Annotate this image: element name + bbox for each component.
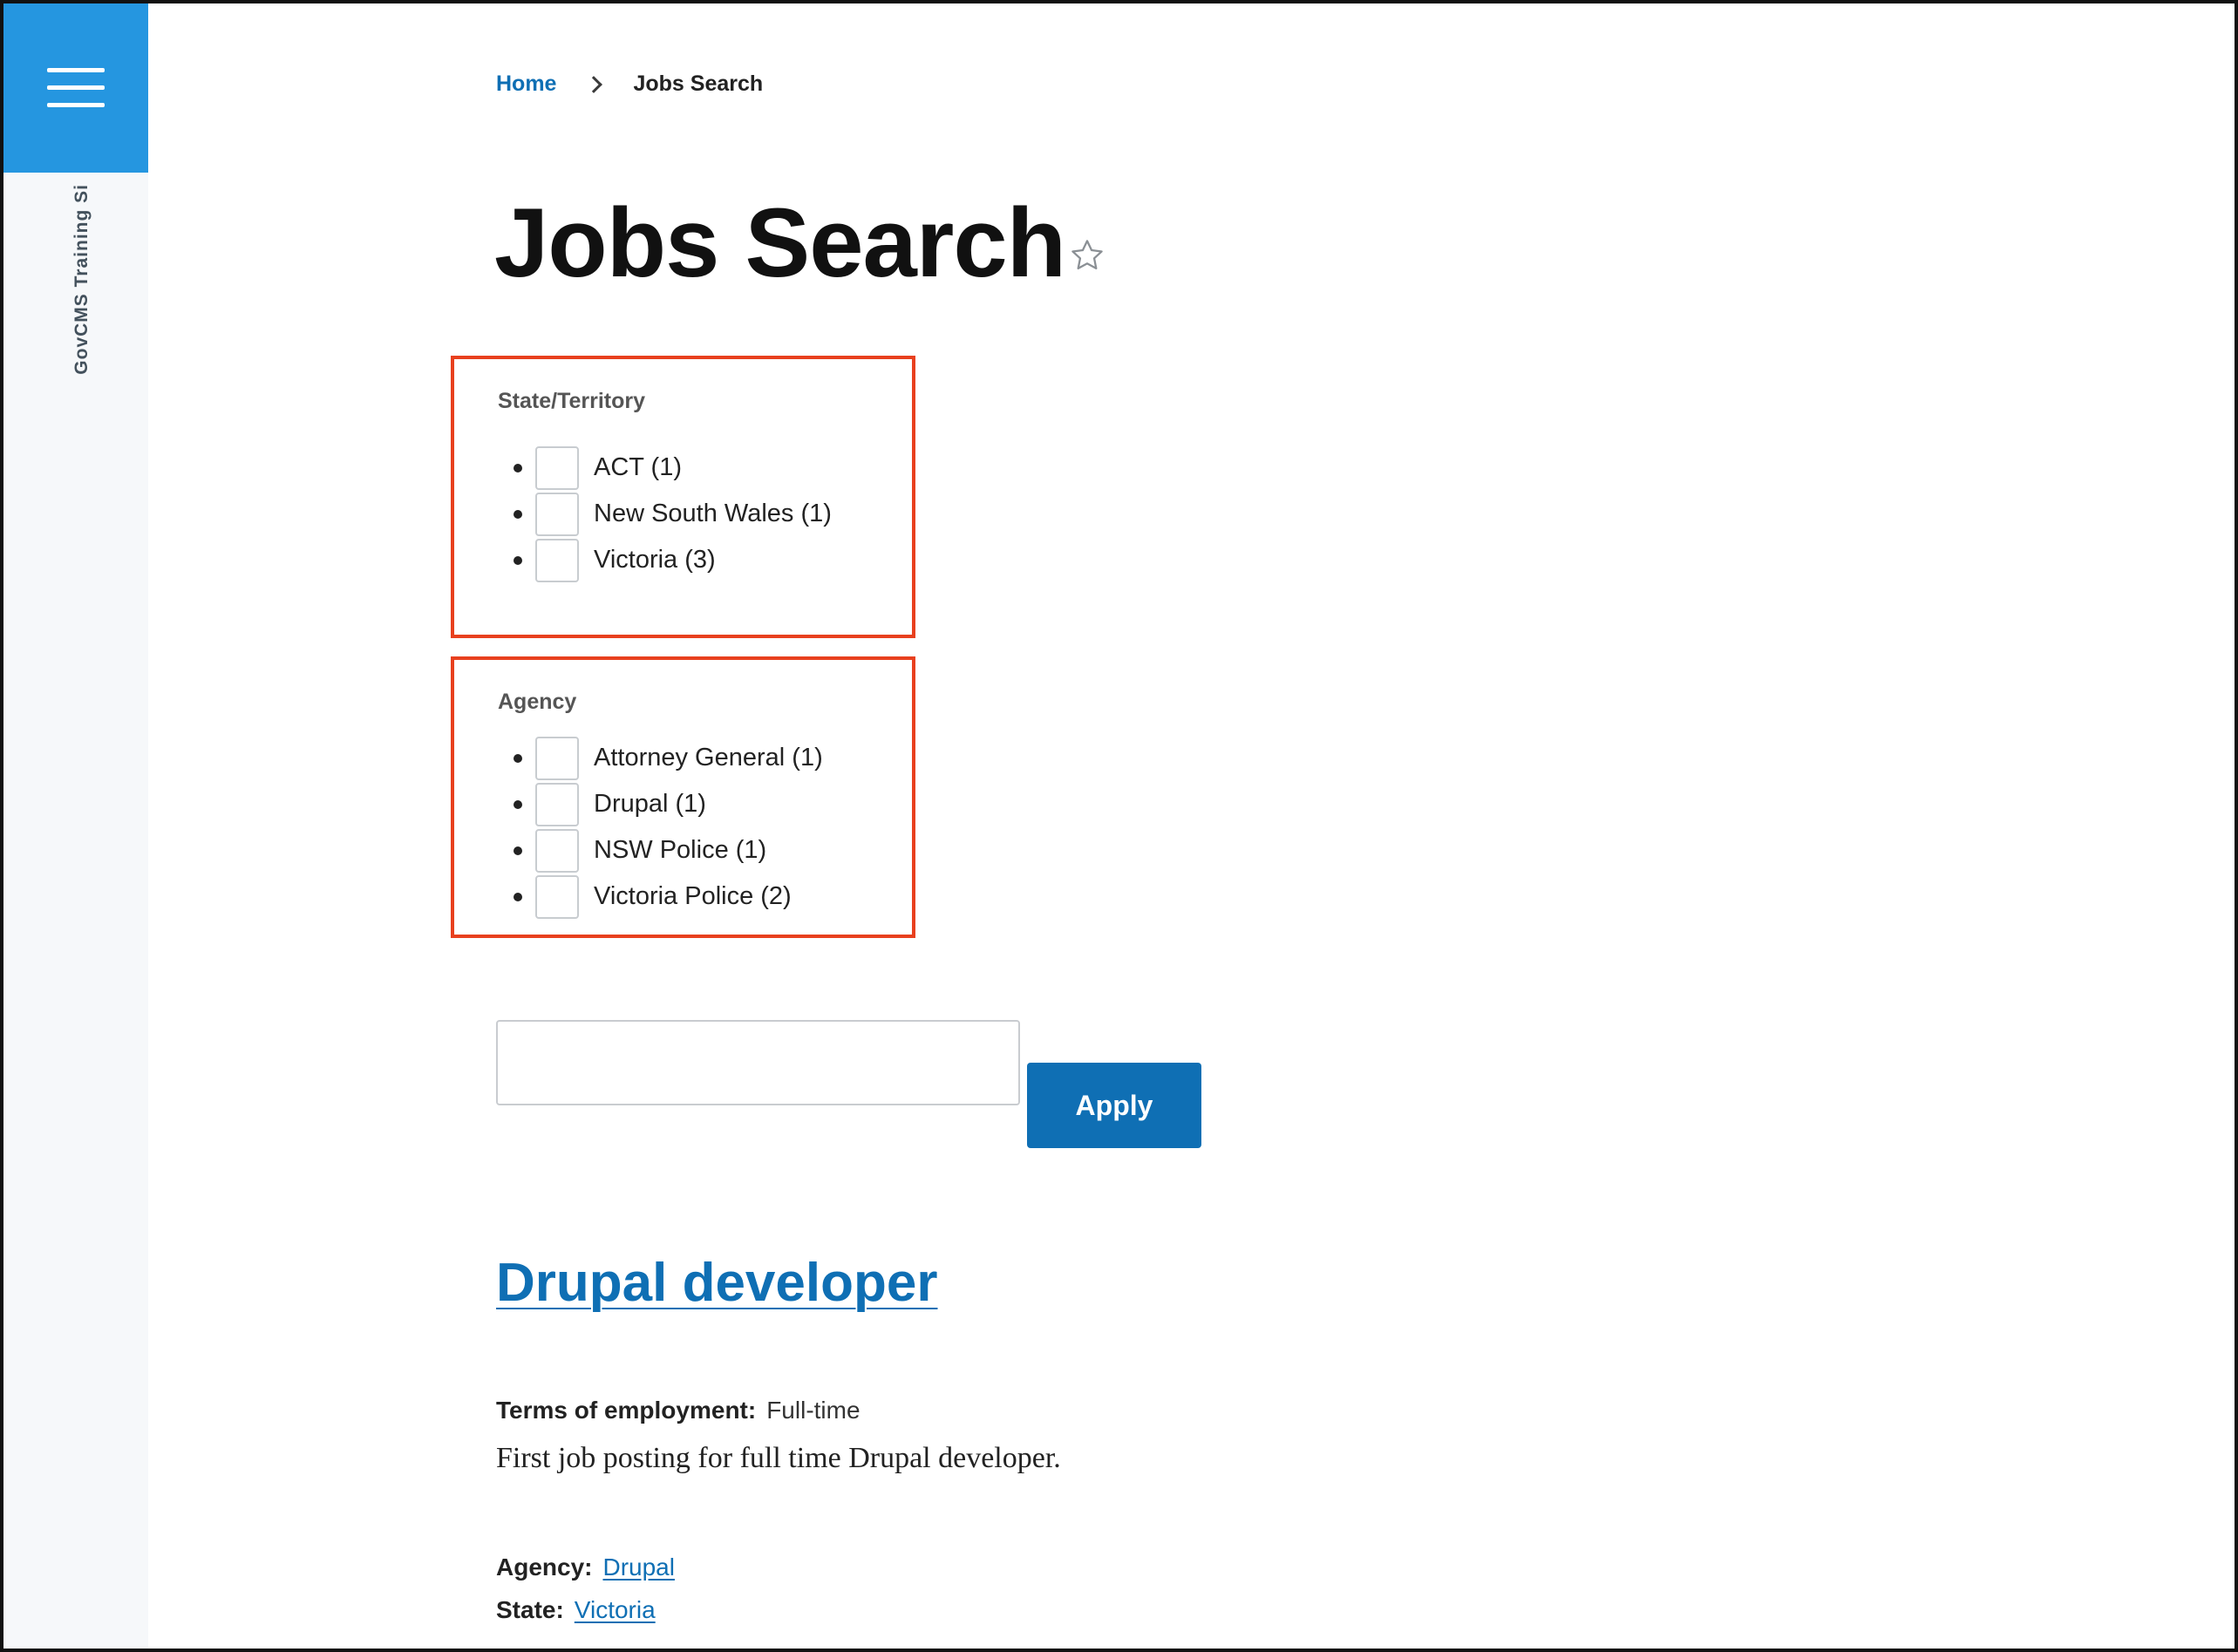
facet-title-agency: Agency bbox=[498, 690, 577, 714]
state-territory-facet: State/Territory ACT (1) New South Wales … bbox=[451, 356, 915, 638]
hamburger-menu-button[interactable] bbox=[3, 3, 148, 173]
terms-label: Terms of employment: bbox=[496, 1397, 757, 1424]
job-title-link[interactable]: Drupal developer bbox=[496, 1252, 937, 1314]
facet-item-drupal: Drupal (1) bbox=[514, 781, 823, 827]
facet-label[interactable]: New South Wales (1) bbox=[594, 500, 832, 528]
facet-item-victoria: Victoria (3) bbox=[514, 537, 832, 583]
agency-link[interactable]: Drupal bbox=[602, 1553, 674, 1581]
state-link[interactable]: Victoria bbox=[575, 1596, 656, 1623]
facet-label[interactable]: NSW Police (1) bbox=[594, 836, 766, 865]
bullet-icon bbox=[514, 509, 522, 519]
breadcrumb-home-link[interactable]: Home bbox=[496, 71, 556, 97]
facet-item-victoria-police: Victoria Police (2) bbox=[514, 874, 823, 920]
bullet-icon bbox=[514, 555, 522, 565]
bullet-icon bbox=[514, 892, 522, 901]
breadcrumb-current: Jobs Search bbox=[633, 71, 764, 96]
page-title: Jobs Search bbox=[494, 188, 1066, 297]
chevron-right-icon bbox=[585, 75, 603, 93]
bullet-icon bbox=[514, 846, 522, 855]
checkbox-nsw-police[interactable] bbox=[535, 828, 579, 873]
checkbox-new-south-wales[interactable] bbox=[535, 492, 579, 536]
job-state: State: Victoria bbox=[496, 1596, 656, 1624]
facet-item-nsw-police: NSW Police (1) bbox=[514, 827, 823, 874]
search-input[interactable] bbox=[496, 1020, 1020, 1105]
job-description: First job posting for full time Drupal d… bbox=[496, 1442, 1061, 1474]
facet-label[interactable]: Victoria (3) bbox=[594, 546, 716, 574]
bullet-icon bbox=[514, 753, 522, 763]
agency-facet: Agency Attorney General (1) Drupal (1) N… bbox=[451, 656, 915, 938]
agency-label: Agency: bbox=[496, 1553, 593, 1581]
state-label: State: bbox=[496, 1596, 564, 1623]
facet-title-state: State/Territory bbox=[498, 389, 646, 413]
state-facet-list: ACT (1) New South Wales (1) Victoria (3) bbox=[514, 445, 832, 583]
checkbox-attorney-general[interactable] bbox=[535, 736, 579, 780]
site-name[interactable]: GovCMS Training Si bbox=[71, 184, 92, 375]
facet-item-act: ACT (1) bbox=[514, 445, 832, 491]
terms-value: Full-time bbox=[766, 1397, 861, 1424]
checkbox-victoria-police[interactable] bbox=[535, 874, 579, 919]
breadcrumb: Home Jobs Search bbox=[496, 71, 763, 97]
bullet-icon bbox=[514, 463, 522, 472]
sidebar: GovCMS Training Si bbox=[3, 3, 148, 1649]
job-terms-of-employment: Terms of employment: Full-time bbox=[496, 1397, 861, 1424]
agency-facet-list: Attorney General (1) Drupal (1) NSW Poli… bbox=[514, 735, 823, 920]
checkbox-drupal[interactable] bbox=[535, 782, 579, 826]
apply-button[interactable]: Apply bbox=[1027, 1063, 1201, 1148]
facet-label[interactable]: Attorney General (1) bbox=[594, 744, 823, 772]
facet-label[interactable]: Victoria Police (2) bbox=[594, 882, 792, 911]
checkbox-act[interactable] bbox=[535, 445, 579, 490]
facet-label[interactable]: ACT (1) bbox=[594, 453, 682, 482]
facet-item-attorney-general: Attorney General (1) bbox=[514, 735, 823, 781]
facet-item-new-south-wales: New South Wales (1) bbox=[514, 491, 832, 537]
facet-label[interactable]: Drupal (1) bbox=[594, 790, 706, 819]
site-name-container: GovCMS Training Si bbox=[63, 174, 92, 375]
star-outline-icon[interactable] bbox=[1069, 237, 1105, 274]
bullet-icon bbox=[514, 799, 522, 809]
browser-frame: GovCMS Training Si Home Jobs Search Jobs… bbox=[0, 0, 2238, 1652]
checkbox-victoria[interactable] bbox=[535, 538, 579, 582]
job-agency: Agency: Drupal bbox=[496, 1553, 675, 1581]
